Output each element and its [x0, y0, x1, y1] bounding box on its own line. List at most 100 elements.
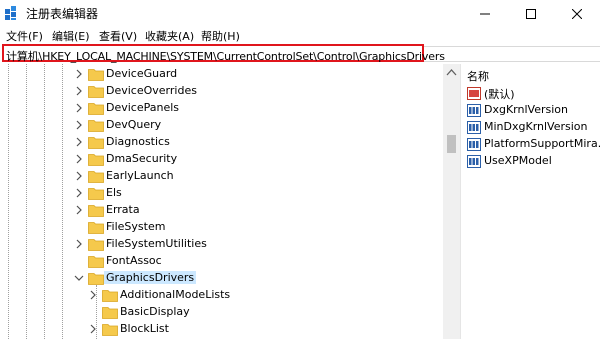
registry-tree[interactable]: DeviceGuard DeviceOverrides DevicePanels De…	[0, 64, 443, 339]
tree-item[interactable]: EarlyLaunch	[0, 168, 443, 185]
chevron-right-icon[interactable]	[74, 154, 84, 164]
folder-icon	[102, 324, 118, 336]
window-title: 注册表编辑器	[26, 7, 99, 21]
menu-file[interactable]: 文件(F)	[6, 28, 43, 44]
column-header-name[interactable]: 名称	[467, 68, 489, 84]
tree-item[interactable]: AdditionalModeLists	[0, 287, 443, 304]
chevron-right-icon[interactable]	[74, 205, 84, 215]
folder-icon	[88, 69, 104, 81]
tree-item[interactable]: DevQuery	[0, 117, 443, 134]
tree-item[interactable]: DevicePanels	[0, 100, 443, 117]
value-row[interactable]: MinDxgKrnlVersion	[465, 119, 600, 136]
folder-icon	[88, 256, 104, 268]
maximize-button[interactable]	[508, 0, 554, 27]
tree-item[interactable]: BasicDisplay	[0, 304, 443, 321]
values-pane[interactable]: 名称 (默认) DxgKrnlVersion MinDxgKrnlVersion Pl…	[461, 64, 600, 339]
address-bar[interactable]: 计算机\HKEY_LOCAL_MACHINE\SYSTEM\CurrentCon…	[2, 44, 445, 63]
menu-help[interactable]: 帮助(H)	[201, 28, 240, 44]
tree-item-label: BlockList	[120, 322, 169, 335]
dword-value-icon	[467, 104, 481, 117]
dword-value-icon	[467, 121, 481, 134]
chevron-right-icon[interactable]	[88, 324, 98, 334]
value-row[interactable]: PlatformSupportMira…	[465, 136, 600, 153]
tree-item-label: Errata	[106, 203, 140, 216]
tree-item-label: DeviceOverrides	[106, 84, 197, 97]
tree-item-label: FileSystemUtilities	[106, 237, 207, 250]
folder-icon	[88, 239, 104, 251]
folder-icon	[102, 290, 118, 302]
menu-bar: 文件(F) 编辑(E) 查看(V) 收藏夹(A) 帮助(H)	[0, 27, 600, 45]
string-value-icon	[467, 87, 481, 100]
tree-item[interactable]: Diagnostics	[0, 134, 443, 151]
value-name: DxgKrnlVersion	[484, 103, 568, 116]
folder-icon	[88, 222, 104, 234]
scrollbar-thumb[interactable]	[447, 135, 456, 153]
folder-icon	[88, 188, 104, 200]
chevron-down-icon[interactable]	[74, 273, 84, 283]
chevron-right-icon[interactable]	[74, 239, 84, 249]
tree-item[interactable]: Els	[0, 185, 443, 202]
tree-item[interactable]: GraphicsDrivers	[0, 270, 443, 287]
tree-item-label: EarlyLaunch	[106, 169, 174, 182]
value-name: PlatformSupportMira…	[484, 137, 600, 150]
value-row[interactable]: (默认)	[465, 85, 600, 102]
folder-icon	[88, 103, 104, 115]
folder-icon	[88, 86, 104, 98]
folder-icon	[88, 154, 104, 166]
tree-item-label: BasicDisplay	[120, 305, 190, 318]
folder-icon	[88, 273, 104, 285]
minimize-button[interactable]	[462, 0, 508, 27]
tree-item[interactable]: FileSystem	[0, 219, 443, 236]
tree-item-label: FontAssoc	[106, 254, 162, 267]
minimize-icon	[480, 13, 490, 14]
tree-item-label: Els	[106, 186, 122, 199]
menu-view[interactable]: 查看(V)	[99, 28, 137, 44]
tree-item-label: GraphicsDrivers	[104, 271, 197, 284]
folder-icon	[88, 205, 104, 217]
tree-scrollbar[interactable]	[443, 64, 460, 339]
chevron-right-icon[interactable]	[74, 69, 84, 79]
tree-item[interactable]: FontAssoc	[0, 253, 443, 270]
address-path: 计算机\HKEY_LOCAL_MACHINE\SYSTEM\CurrentCon…	[6, 50, 445, 63]
menu-edit[interactable]: 编辑(E)	[52, 28, 90, 44]
value-name: UseXPModel	[484, 154, 552, 167]
chevron-right-icon[interactable]	[88, 290, 98, 300]
chevron-right-icon[interactable]	[74, 188, 84, 198]
chevron-right-icon[interactable]	[74, 120, 84, 130]
chevron-right-icon[interactable]	[74, 171, 84, 181]
tree-item-label: FileSystem	[106, 220, 166, 233]
tree-item-label: DevicePanels	[106, 101, 180, 114]
tree-item-label: Diagnostics	[106, 135, 170, 148]
value-name: MinDxgKrnlVersion	[484, 120, 588, 133]
chevron-right-icon[interactable]	[74, 86, 84, 96]
tree-item-label: DevQuery	[106, 118, 162, 131]
maximize-icon	[526, 8, 536, 19]
chevron-right-icon[interactable]	[74, 103, 84, 113]
folder-icon	[88, 171, 104, 183]
close-icon	[572, 8, 582, 19]
scroll-up-icon[interactable]	[446, 68, 457, 76]
tree-item[interactable]: DeviceOverrides	[0, 83, 443, 100]
value-name: (默认)	[484, 88, 515, 101]
menu-favorites[interactable]: 收藏夹(A)	[145, 28, 194, 44]
address-bar-track	[424, 46, 600, 62]
dword-value-icon	[467, 155, 481, 168]
title-bar: 注册表编辑器	[0, 0, 600, 27]
folder-icon	[88, 120, 104, 132]
tree-item[interactable]: BlockList	[0, 321, 443, 338]
tree-item-label: AdditionalModeLists	[120, 288, 231, 301]
close-button[interactable]	[554, 0, 600, 27]
tree-item[interactable]: DmaSecurity	[0, 151, 443, 168]
tree-item-label: DmaSecurity	[106, 152, 178, 165]
dword-value-icon	[467, 138, 481, 151]
folder-icon	[102, 307, 118, 319]
registry-editor-app-icon	[5, 6, 16, 20]
tree-item[interactable]: Errata	[0, 202, 443, 219]
tree-item[interactable]: DeviceGuard	[0, 66, 443, 83]
chevron-right-icon[interactable]	[74, 137, 84, 147]
tree-item[interactable]: FileSystemUtilities	[0, 236, 443, 253]
value-row[interactable]: UseXPModel	[465, 153, 600, 170]
tree-item-label: DeviceGuard	[106, 67, 178, 80]
value-row[interactable]: DxgKrnlVersion	[465, 102, 600, 119]
folder-icon	[88, 137, 104, 149]
